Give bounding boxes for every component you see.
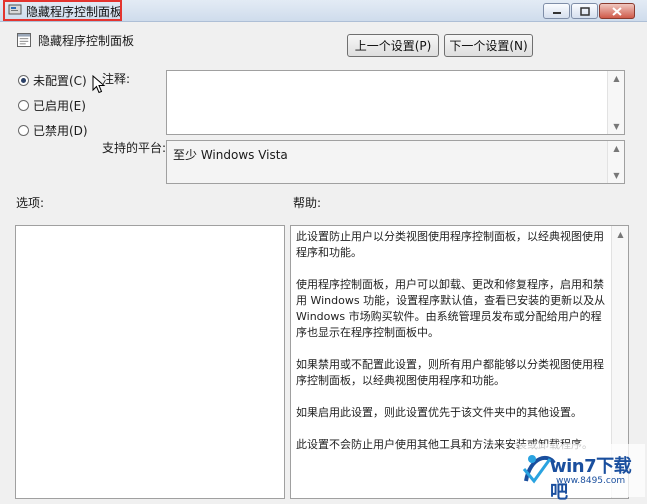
radio-button-selected[interactable]	[18, 74, 29, 86]
scroll-down-icon[interactable]: ▼	[608, 171, 625, 180]
help-paragraph: 此设置防止用户以分类视图使用程序控制面板，以经典视图使用程序和功能。	[296, 230, 604, 259]
minimize-icon	[552, 12, 561, 14]
radio-button[interactable]	[18, 124, 29, 136]
scroll-down-icon[interactable]: ▼	[608, 122, 625, 131]
help-paragraph: 如果启用此设置，则此设置优先于该文件夹中的其他设置。	[296, 406, 582, 419]
comment-textarea[interactable]: ▲ ▼	[166, 70, 625, 135]
platform-scrollbar[interactable]: ▲ ▼	[607, 141, 624, 183]
radio-label: 未配置(C)	[33, 73, 87, 88]
maximize-button[interactable]	[571, 3, 598, 19]
help-label: 帮助:	[293, 196, 322, 210]
close-button[interactable]	[599, 3, 635, 19]
minimize-button[interactable]	[543, 3, 570, 19]
radio-enabled[interactable]: 已启用(E)	[18, 97, 86, 113]
close-icon	[612, 6, 622, 16]
policy-name: 隐藏程序控制面板	[38, 34, 135, 48]
platform-value: 至少 Windows Vista	[173, 148, 288, 162]
policy-icon	[17, 33, 31, 47]
options-label: 选项:	[16, 196, 45, 210]
help-paragraph: 如果禁用或不配置此设置，则所有用户都能够以分类视图使用程序控制面板，以经典视图使…	[296, 358, 604, 387]
title-highlight-box	[3, 0, 122, 21]
comment-label: 注释:	[102, 72, 131, 86]
scroll-up-icon[interactable]: ▲	[608, 74, 625, 83]
help-text: 此设置防止用户以分类视图使用程序控制面板，以经典视图使用程序和功能。 使用程序控…	[296, 229, 610, 469]
options-pane	[15, 225, 285, 499]
maximize-icon	[579, 6, 590, 16]
scroll-up-icon[interactable]: ▲	[608, 144, 625, 153]
watermark-url: www.8495.com	[556, 476, 626, 486]
next-setting-button[interactable]: 下一个设置(N)	[444, 34, 533, 57]
scroll-up-icon[interactable]: ▲	[612, 230, 629, 239]
help-paragraph: 使用程序控制面板，用户可以卸载、更改和修复程序，启用和禁用 Windows 功能…	[296, 278, 606, 339]
radio-label: 已启用(E)	[33, 98, 86, 113]
radio-not-configured[interactable]: 未配置(C)	[18, 72, 87, 88]
platform-label: 支持的平台:	[102, 141, 167, 155]
radio-button[interactable]	[18, 99, 29, 111]
radio-label: 已禁用(D)	[33, 123, 88, 138]
radio-disabled[interactable]: 已禁用(D)	[18, 122, 88, 138]
comment-scrollbar[interactable]: ▲ ▼	[607, 71, 624, 134]
previous-setting-button[interactable]: 上一个设置(P)	[347, 34, 439, 57]
